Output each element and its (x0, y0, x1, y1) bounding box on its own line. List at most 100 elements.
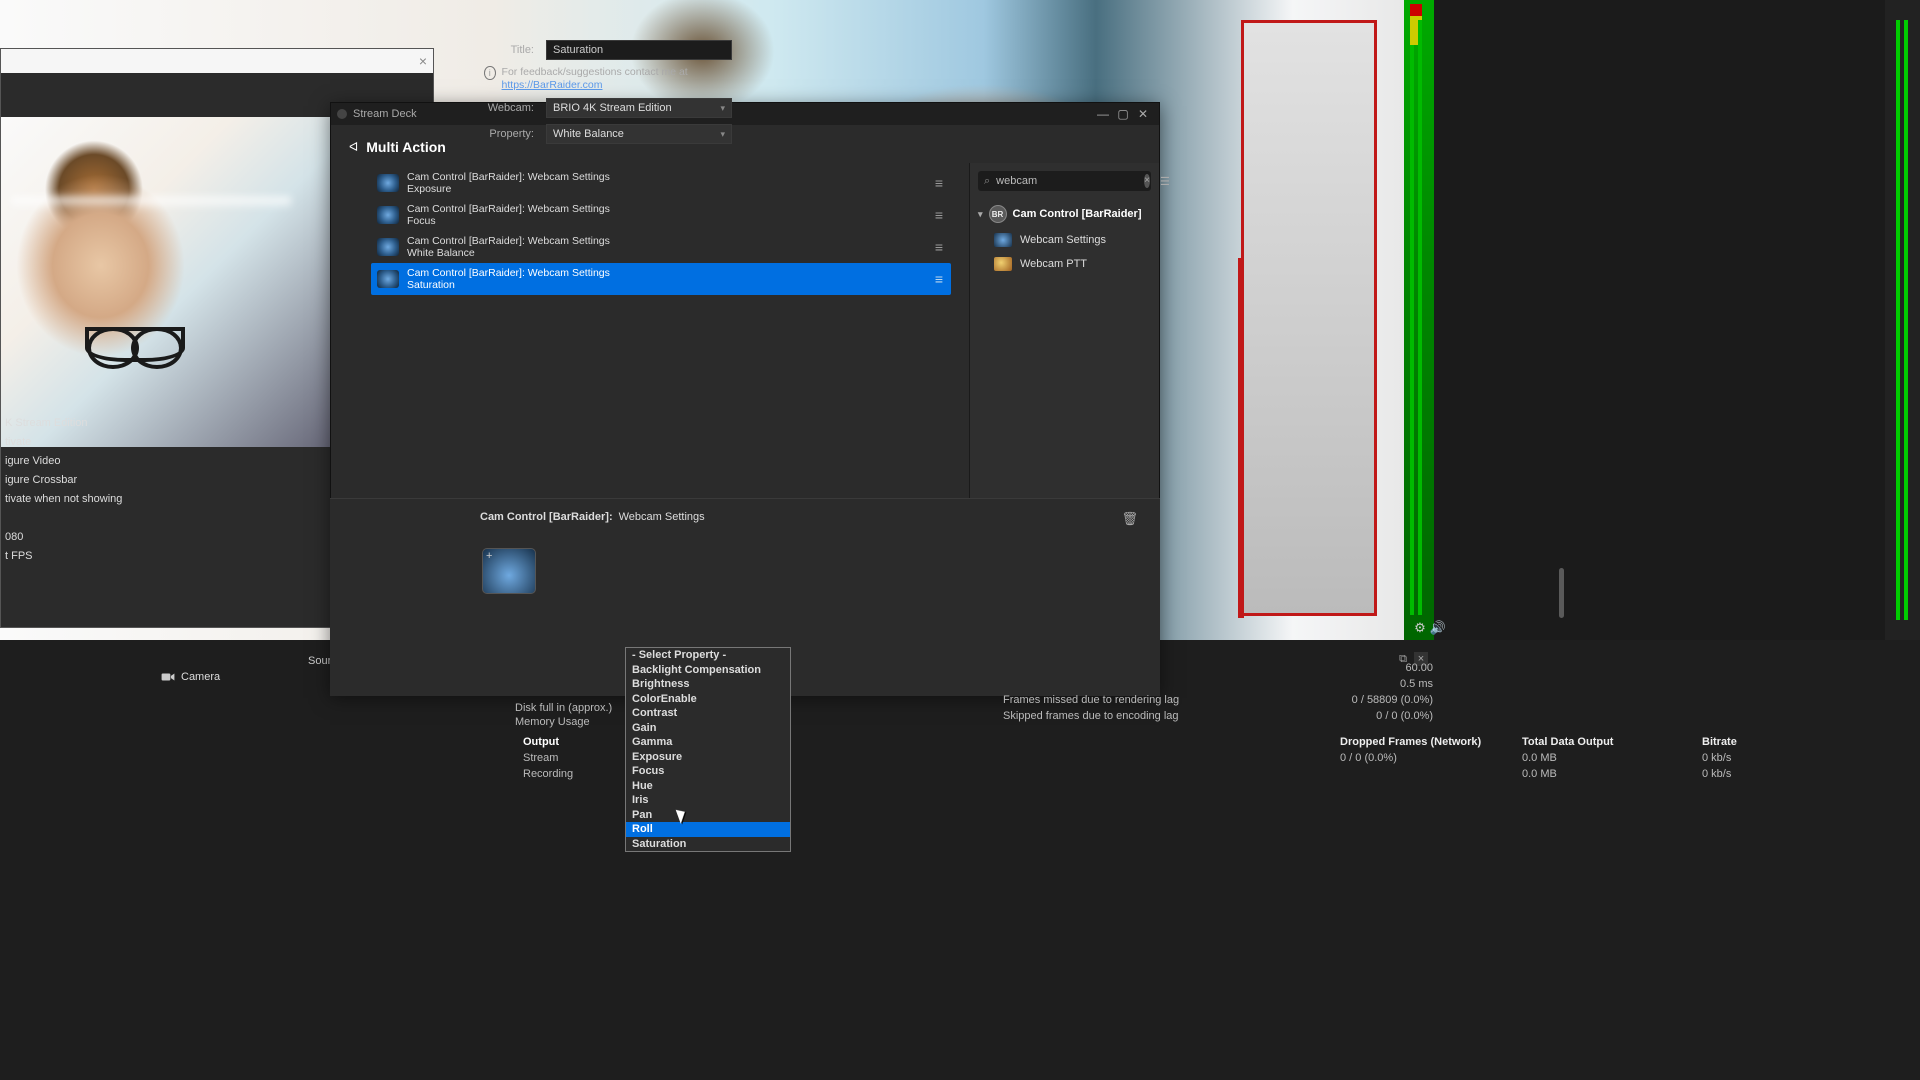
stat-skipped-lbl: Skipped frames due to encoding lag (1003, 710, 1179, 722)
dropdown-option[interactable]: Contrast (626, 706, 790, 721)
dropdown-option[interactable]: Pan (626, 808, 790, 823)
inspector-name-bold: Cam Control [BarRaider]: (480, 511, 613, 523)
stat-missed-lbl: Frames missed due to rendering lag (1003, 694, 1179, 706)
webcam-label: Webcam: (482, 102, 538, 114)
right-audio-meter (1886, 0, 1920, 640)
search-icon: ⌕ (984, 175, 990, 188)
obs-row[interactable]: igure Crossbar (1, 472, 141, 488)
meter-controls[interactable]: ⚙ 🔊 (1414, 620, 1446, 636)
stat-render: 0.5 ms (1400, 678, 1433, 690)
dropdown-option[interactable]: ColorEnable (626, 692, 790, 707)
clear-icon[interactable]: × (1144, 174, 1150, 188)
dropdown-option[interactable]: Focus (626, 764, 790, 779)
barraider-icon: BR (989, 205, 1007, 223)
webcam-select[interactable]: BRIO 4K Stream Edition ▾ (546, 98, 732, 118)
property-dropdown[interactable]: - Select Property -Backlight Compensatio… (625, 647, 791, 852)
volume-icon[interactable]: 🔊 (1430, 620, 1446, 636)
back-icon[interactable]: ᐊ (349, 140, 358, 154)
search-bar[interactable]: ⌕ × ☰ (978, 171, 1151, 191)
obs-device-row[interactable]: K Stream Edition (1, 415, 141, 431)
property-select[interactable]: White Balance ▾ (546, 124, 732, 144)
multi-action-title: Multi Action (366, 139, 446, 155)
dropdown-option[interactable]: Backlight Compensation (626, 663, 790, 678)
inspector-scrollbar[interactable] (1559, 568, 1564, 618)
disk-label: Disk full in (approx.) (515, 702, 612, 714)
stats-columns: Dropped Frames (Network)Total Data Outpu… (1340, 734, 1888, 782)
action-thumbnail[interactable]: + (482, 548, 536, 594)
dropdown-option[interactable]: Gain (626, 721, 790, 736)
dropdown-option[interactable]: Roll (626, 822, 790, 837)
dropdown-option[interactable]: Brightness (626, 677, 790, 692)
red-border-marker (1238, 258, 1244, 618)
dropdown-option[interactable]: Exposure (626, 750, 790, 765)
obs-title-bar: × (1, 49, 433, 73)
preview-empty (1433, 0, 1885, 640)
obs-right-panel (1405, 0, 1920, 640)
drag-handle-icon[interactable]: ≡ (935, 207, 941, 223)
camera-icon (161, 671, 175, 683)
stats-right-block: 60.00 0.5 ms Frames missed due to render… (1003, 660, 1433, 724)
sources-label: Sour (308, 655, 331, 667)
drag-handle-icon[interactable]: ≡ (935, 239, 941, 255)
action-saturation[interactable]: Cam Control [BarRaider]: Webcam Settings… (371, 263, 951, 295)
output-recording: Recording (523, 768, 573, 780)
action-exposure[interactable]: Cam Control [BarRaider]: Webcam Settings… (371, 167, 951, 199)
drag-handle-icon[interactable]: ≡ (935, 271, 941, 287)
plugin-item-webcam-ptt[interactable]: Webcam PTT (994, 257, 1151, 271)
drag-handle-icon[interactable]: ≡ (935, 175, 941, 191)
source-camera-label: Camera (181, 671, 220, 683)
action-white-balance[interactable]: Cam Control [BarRaider]: Webcam Settings… (371, 231, 951, 263)
webcam-icon (377, 174, 399, 192)
inspector-name-rest: Webcam Settings (619, 511, 705, 523)
info-text: For feedback/suggestions contact me at h… (502, 66, 732, 92)
gear-icon[interactable]: ⚙ (1414, 620, 1426, 636)
search-input[interactable] (996, 175, 1138, 187)
webcam-icon (377, 270, 399, 288)
close-icon[interactable]: × (419, 53, 427, 69)
output-header: Output (523, 736, 559, 748)
obs-row[interactable]: 080 (1, 529, 141, 545)
mem-label: Memory Usage (515, 716, 590, 728)
obs-row[interactable]: t FPS (1, 548, 141, 564)
left-audio-meter (1404, 0, 1434, 640)
sd-app-icon (337, 109, 347, 119)
dropdown-option[interactable]: Gamma (626, 735, 790, 750)
barraider-link[interactable]: https://BarRaider.com (502, 79, 603, 91)
obs-row[interactable]: tivate when not showing (1, 491, 141, 507)
property-label: Property: (482, 128, 538, 140)
obs-row (1, 510, 141, 514)
list-view-icon[interactable]: ☰ (1160, 175, 1170, 188)
dropdown-option[interactable]: Saturation (626, 837, 790, 852)
dropdown-option[interactable]: Hue (626, 779, 790, 794)
chevron-down-icon: ▾ (720, 103, 725, 114)
trash-icon[interactable]: 🗑 (1121, 511, 1138, 527)
webcam-ptt-icon (994, 257, 1012, 271)
maximize-button[interactable]: ▢ (1113, 107, 1133, 121)
minimize-button[interactable]: — (1093, 107, 1113, 121)
plugin-group-header[interactable]: ▾ BR Cam Control [BarRaider] (978, 205, 1151, 223)
obs-row[interactable]: tivate (1, 434, 141, 450)
chevron-down-icon: ▾ (978, 209, 983, 220)
chevron-down-icon: ▾ (720, 129, 725, 140)
webcam-icon (377, 206, 399, 224)
dropdown-option[interactable]: Iris (626, 793, 790, 808)
plugin-group-title: Cam Control [BarRaider] (1013, 208, 1142, 220)
sd-title-bar: Stream Deck — ▢ ✕ (331, 103, 1159, 125)
title-input[interactable] (546, 40, 732, 60)
close-button[interactable]: ✕ (1133, 107, 1153, 121)
plugin-item-webcam-settings[interactable]: Webcam Settings (994, 233, 1151, 247)
webcam-preview (1, 117, 333, 447)
dropdown-option[interactable]: - Select Property - (626, 648, 790, 663)
stat-missed-val: 0 / 58809 (0.0%) (1352, 694, 1433, 706)
action-focus[interactable]: Cam Control [BarRaider]: Webcam Settings… (371, 199, 951, 231)
info-icon: i (484, 66, 496, 80)
obs-row[interactable]: igure Video (1, 453, 141, 469)
sd-header: ᐊ Multi Action (331, 125, 1159, 163)
stat-skipped-val: 0 / 0 (0.0%) (1376, 710, 1433, 722)
plus-icon[interactable]: + (483, 549, 495, 563)
title-label: Title: (482, 44, 538, 56)
output-stream: Stream (523, 752, 558, 764)
source-camera-row[interactable]: Camera (158, 668, 223, 686)
webcam-icon (994, 233, 1012, 247)
webcam-icon (377, 238, 399, 256)
